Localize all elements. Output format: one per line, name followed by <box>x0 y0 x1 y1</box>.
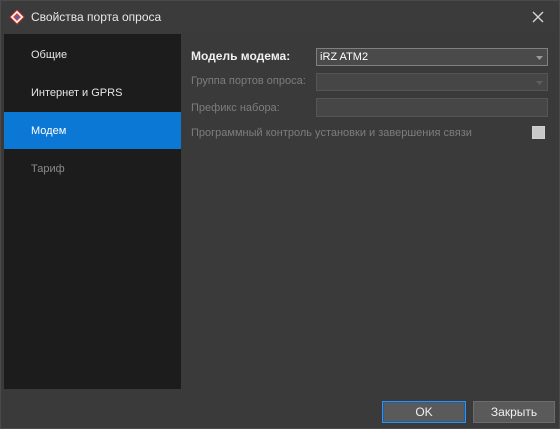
program-control-checkbox[interactable] <box>532 126 545 139</box>
modem-settings-panel: Модель модема: iRZ ATM2 Группа портов оп… <box>182 34 556 389</box>
sidebar-item-label: Общие <box>31 48 68 61</box>
sidebar-item-internet-gprs[interactable]: Интернет и GPRS <box>4 74 181 111</box>
close-icon <box>532 11 544 23</box>
port-group-label: Группа портов опроса: <box>191 75 306 87</box>
app-diamond-icon <box>9 9 25 25</box>
dialog-footer: OK Закрыть <box>1 390 559 428</box>
sidebar-item-label: Модем <box>31 124 67 137</box>
sidebar-item-label: Тариф <box>31 162 65 175</box>
sidebar-item-modem[interactable]: Модем <box>4 112 181 149</box>
title-bar[interactable]: Свойства порта опроса <box>1 1 559 33</box>
window-title: Свойства порта опроса <box>31 10 162 24</box>
dial-prefix-label: Префикс набора: <box>191 102 280 114</box>
ok-button[interactable]: OK <box>382 401 466 423</box>
dialog-window: Свойства порта опроса Общие Интернет и G… <box>0 0 560 429</box>
sidebar-item-general[interactable]: Общие <box>4 36 181 73</box>
dial-prefix-input[interactable] <box>316 98 548 117</box>
modem-model-label: Модель модема: <box>191 49 291 63</box>
program-control-label: Программный контроль установки и заверше… <box>191 127 472 139</box>
port-group-select[interactable] <box>316 73 548 91</box>
close-button[interactable]: Закрыть <box>473 401 555 423</box>
chevron-down-icon <box>536 81 543 85</box>
sidebar-item-label: Интернет и GPRS <box>31 86 123 99</box>
sidebar-nav: Общие Интернет и GPRS Модем Тариф <box>4 34 181 389</box>
modem-model-value: iRZ ATM2 <box>320 51 369 63</box>
close-window-button[interactable] <box>527 7 549 27</box>
modem-model-select[interactable]: iRZ ATM2 <box>316 48 548 66</box>
sidebar-item-tariff[interactable]: Тариф <box>4 150 181 187</box>
chevron-down-icon <box>536 56 543 60</box>
